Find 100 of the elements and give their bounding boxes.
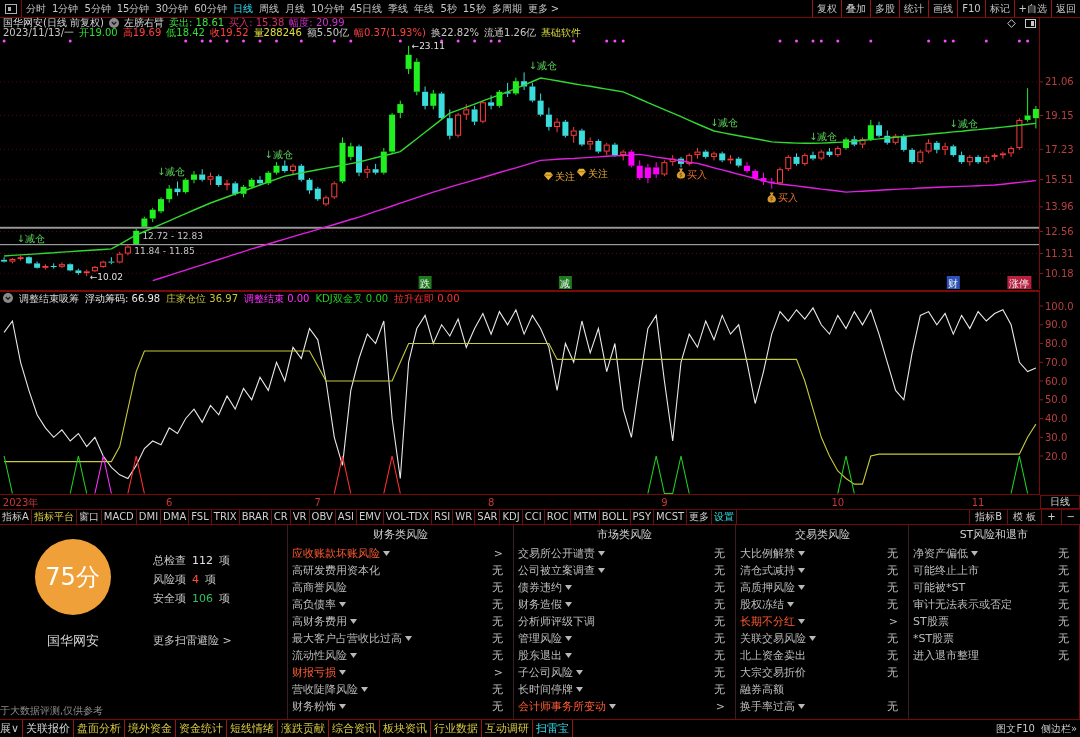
window-icon[interactable] — [1025, 18, 1036, 28]
period-tab[interactable]: 5分钟 — [81, 0, 114, 17]
period-tab[interactable]: 30分钟 — [152, 0, 192, 17]
caret-icon[interactable] — [971, 551, 978, 556]
toolbar-button[interactable]: 指标B — [969, 510, 1008, 524]
indicator-tab[interactable]: 指标A — [0, 510, 32, 524]
indicator-tab[interactable]: MACD — [101, 510, 137, 524]
period-tab[interactable]: 1分钟 — [49, 0, 82, 17]
risk-item-label[interactable]: 最大客户占营收比过高 — [292, 631, 402, 646]
toolbar-button[interactable]: 图文F10 — [993, 720, 1038, 737]
risk-item-label[interactable]: 交易所公开谴责 — [518, 546, 595, 561]
panel-tab[interactable]: 关联报价 — [23, 720, 75, 737]
indicator-tab[interactable]: ASI — [335, 510, 357, 524]
indicator-tab[interactable]: ROC — [544, 510, 572, 524]
more-menu-button[interactable]: 更多 > — [524, 0, 563, 17]
toolbar-button[interactable]: + — [1041, 510, 1061, 524]
dropdown-icon[interactable] — [3, 293, 13, 303]
toolbar-button[interactable]: +自选 — [1013, 0, 1051, 17]
caret-icon[interactable] — [598, 568, 605, 573]
caret-icon[interactable] — [598, 551, 605, 556]
risk-item-label[interactable]: 高商誉风险 — [292, 580, 347, 595]
toolbar-button[interactable]: − — [1060, 510, 1080, 524]
risk-item-label[interactable]: 营收陡降风险 — [292, 682, 358, 697]
caret-icon[interactable] — [787, 602, 794, 607]
caret-icon[interactable] — [383, 551, 390, 556]
risk-item-label[interactable]: 长期不分红 — [740, 614, 795, 629]
risk-item-label[interactable]: 高财务费用 — [292, 614, 347, 629]
indicator-tab[interactable]: VR — [290, 510, 310, 524]
caret-icon[interactable] — [609, 704, 616, 709]
period-tab[interactable]: 多周期 — [488, 0, 525, 17]
panel-tab[interactable]: 板块资讯 — [380, 720, 432, 737]
panel-tab[interactable]: 资金统计 — [176, 720, 228, 737]
caret-icon[interactable] — [576, 687, 583, 692]
diamond-icon[interactable] — [1007, 18, 1016, 28]
toolbar-button[interactable]: 返回 — [1051, 0, 1080, 17]
period-tab[interactable]: 月线 — [281, 0, 308, 17]
indicator-tab[interactable]: 指标平台 — [31, 510, 77, 524]
caret-icon[interactable] — [576, 670, 583, 675]
period-tab[interactable]: 15秒 — [459, 0, 489, 17]
caret-icon[interactable] — [339, 602, 346, 607]
risk-item-label[interactable]: 长时间停牌 — [518, 682, 573, 697]
period-tab[interactable]: 年线 — [411, 0, 438, 17]
caret-icon[interactable] — [339, 704, 346, 709]
risk-item-label[interactable]: 净资产偏低 — [913, 546, 968, 561]
indicator-tab[interactable]: OBV — [309, 510, 336, 524]
period-tab[interactable]: 分时 — [23, 0, 49, 17]
toolbar-button[interactable]: 侧边栏» — [1037, 720, 1080, 737]
risk-item-label[interactable]: 高研发费用资本化 — [292, 563, 380, 578]
caret-icon[interactable] — [565, 653, 572, 658]
caret-icon[interactable] — [565, 636, 572, 641]
dropdown-icon[interactable] — [109, 18, 119, 28]
toolbar-button[interactable]: 画线 — [928, 0, 958, 17]
risk-item-label[interactable]: 大宗交易折价 — [740, 665, 806, 680]
risk-item-label[interactable]: 财务粉饰 — [292, 699, 336, 714]
indicator-tab[interactable]: EMV — [357, 510, 384, 524]
risk-item-label[interactable]: 会计师事务所变动 — [518, 699, 606, 714]
risk-item-label[interactable]: 财报亏损 — [292, 665, 336, 680]
caret-icon[interactable] — [798, 619, 805, 624]
period-tab[interactable]: 季线 — [385, 0, 412, 17]
indicator-tab[interactable]: BOLL — [599, 510, 631, 524]
risk-item-label[interactable]: 换手率过高 — [740, 699, 795, 714]
risk-item-label[interactable]: 股东退出 — [518, 648, 562, 663]
indicator-tab[interactable]: 窗口 — [76, 510, 102, 524]
caret-icon[interactable] — [798, 551, 805, 556]
risk-item-label[interactable]: 流动性风险 — [292, 648, 347, 663]
caret-icon[interactable] — [361, 687, 368, 692]
toolbar-button[interactable]: F10 — [957, 0, 985, 17]
risk-item-label[interactable]: 大比例解禁 — [740, 546, 795, 561]
risk-item-label[interactable]: 高质押风险 — [740, 580, 795, 595]
indicator-tab[interactable]: FSL — [189, 510, 212, 524]
indicator-tab[interactable]: SAR — [475, 510, 501, 524]
risk-item-label[interactable]: 财务造假 — [518, 597, 562, 612]
indicator-tab[interactable]: CCI — [522, 510, 545, 524]
panel-tab[interactable]: 涨跌贡献 — [278, 720, 330, 737]
caret-icon[interactable] — [350, 653, 357, 658]
caret-icon[interactable] — [798, 585, 805, 590]
risk-item-label[interactable]: 管理风险 — [518, 631, 562, 646]
period-tab[interactable]: 周线 — [255, 0, 282, 17]
risk-item-label[interactable]: 债券违约 — [518, 580, 562, 595]
caret-icon[interactable] — [798, 568, 805, 573]
caret-icon[interactable] — [339, 670, 346, 675]
caret-icon[interactable] — [565, 585, 572, 590]
toolbar-button[interactable]: 叠加 — [841, 0, 871, 17]
risk-item-label[interactable]: 子公司风险 — [518, 665, 573, 680]
indicator-tab[interactable]: RSI — [432, 510, 454, 524]
period-tab[interactable]: 45日线 — [346, 0, 386, 17]
caret-icon[interactable] — [350, 619, 357, 624]
period-tab[interactable]: 日线 — [229, 0, 256, 17]
indicator-tab[interactable]: DMA — [161, 510, 190, 524]
panel-tab[interactable]: 盘面分析 — [74, 720, 126, 737]
risk-item-label[interactable]: 高负债率 — [292, 597, 336, 612]
risk-item-label[interactable]: 关联交易风险 — [740, 631, 806, 646]
indicator-tab[interactable]: KDJ — [500, 510, 523, 524]
toolbar-button[interactable]: 多股 — [870, 0, 900, 17]
risk-item-label[interactable]: 融券高额 — [740, 682, 784, 697]
risk-item-label[interactable]: 可能被*ST — [913, 580, 966, 595]
indicator-tab[interactable]: DMI — [136, 510, 162, 524]
indicator-tab[interactable]: MTM — [571, 510, 600, 524]
risk-item-label[interactable]: *ST股票 — [913, 631, 955, 646]
indicator-tab[interactable]: WR — [453, 510, 476, 524]
